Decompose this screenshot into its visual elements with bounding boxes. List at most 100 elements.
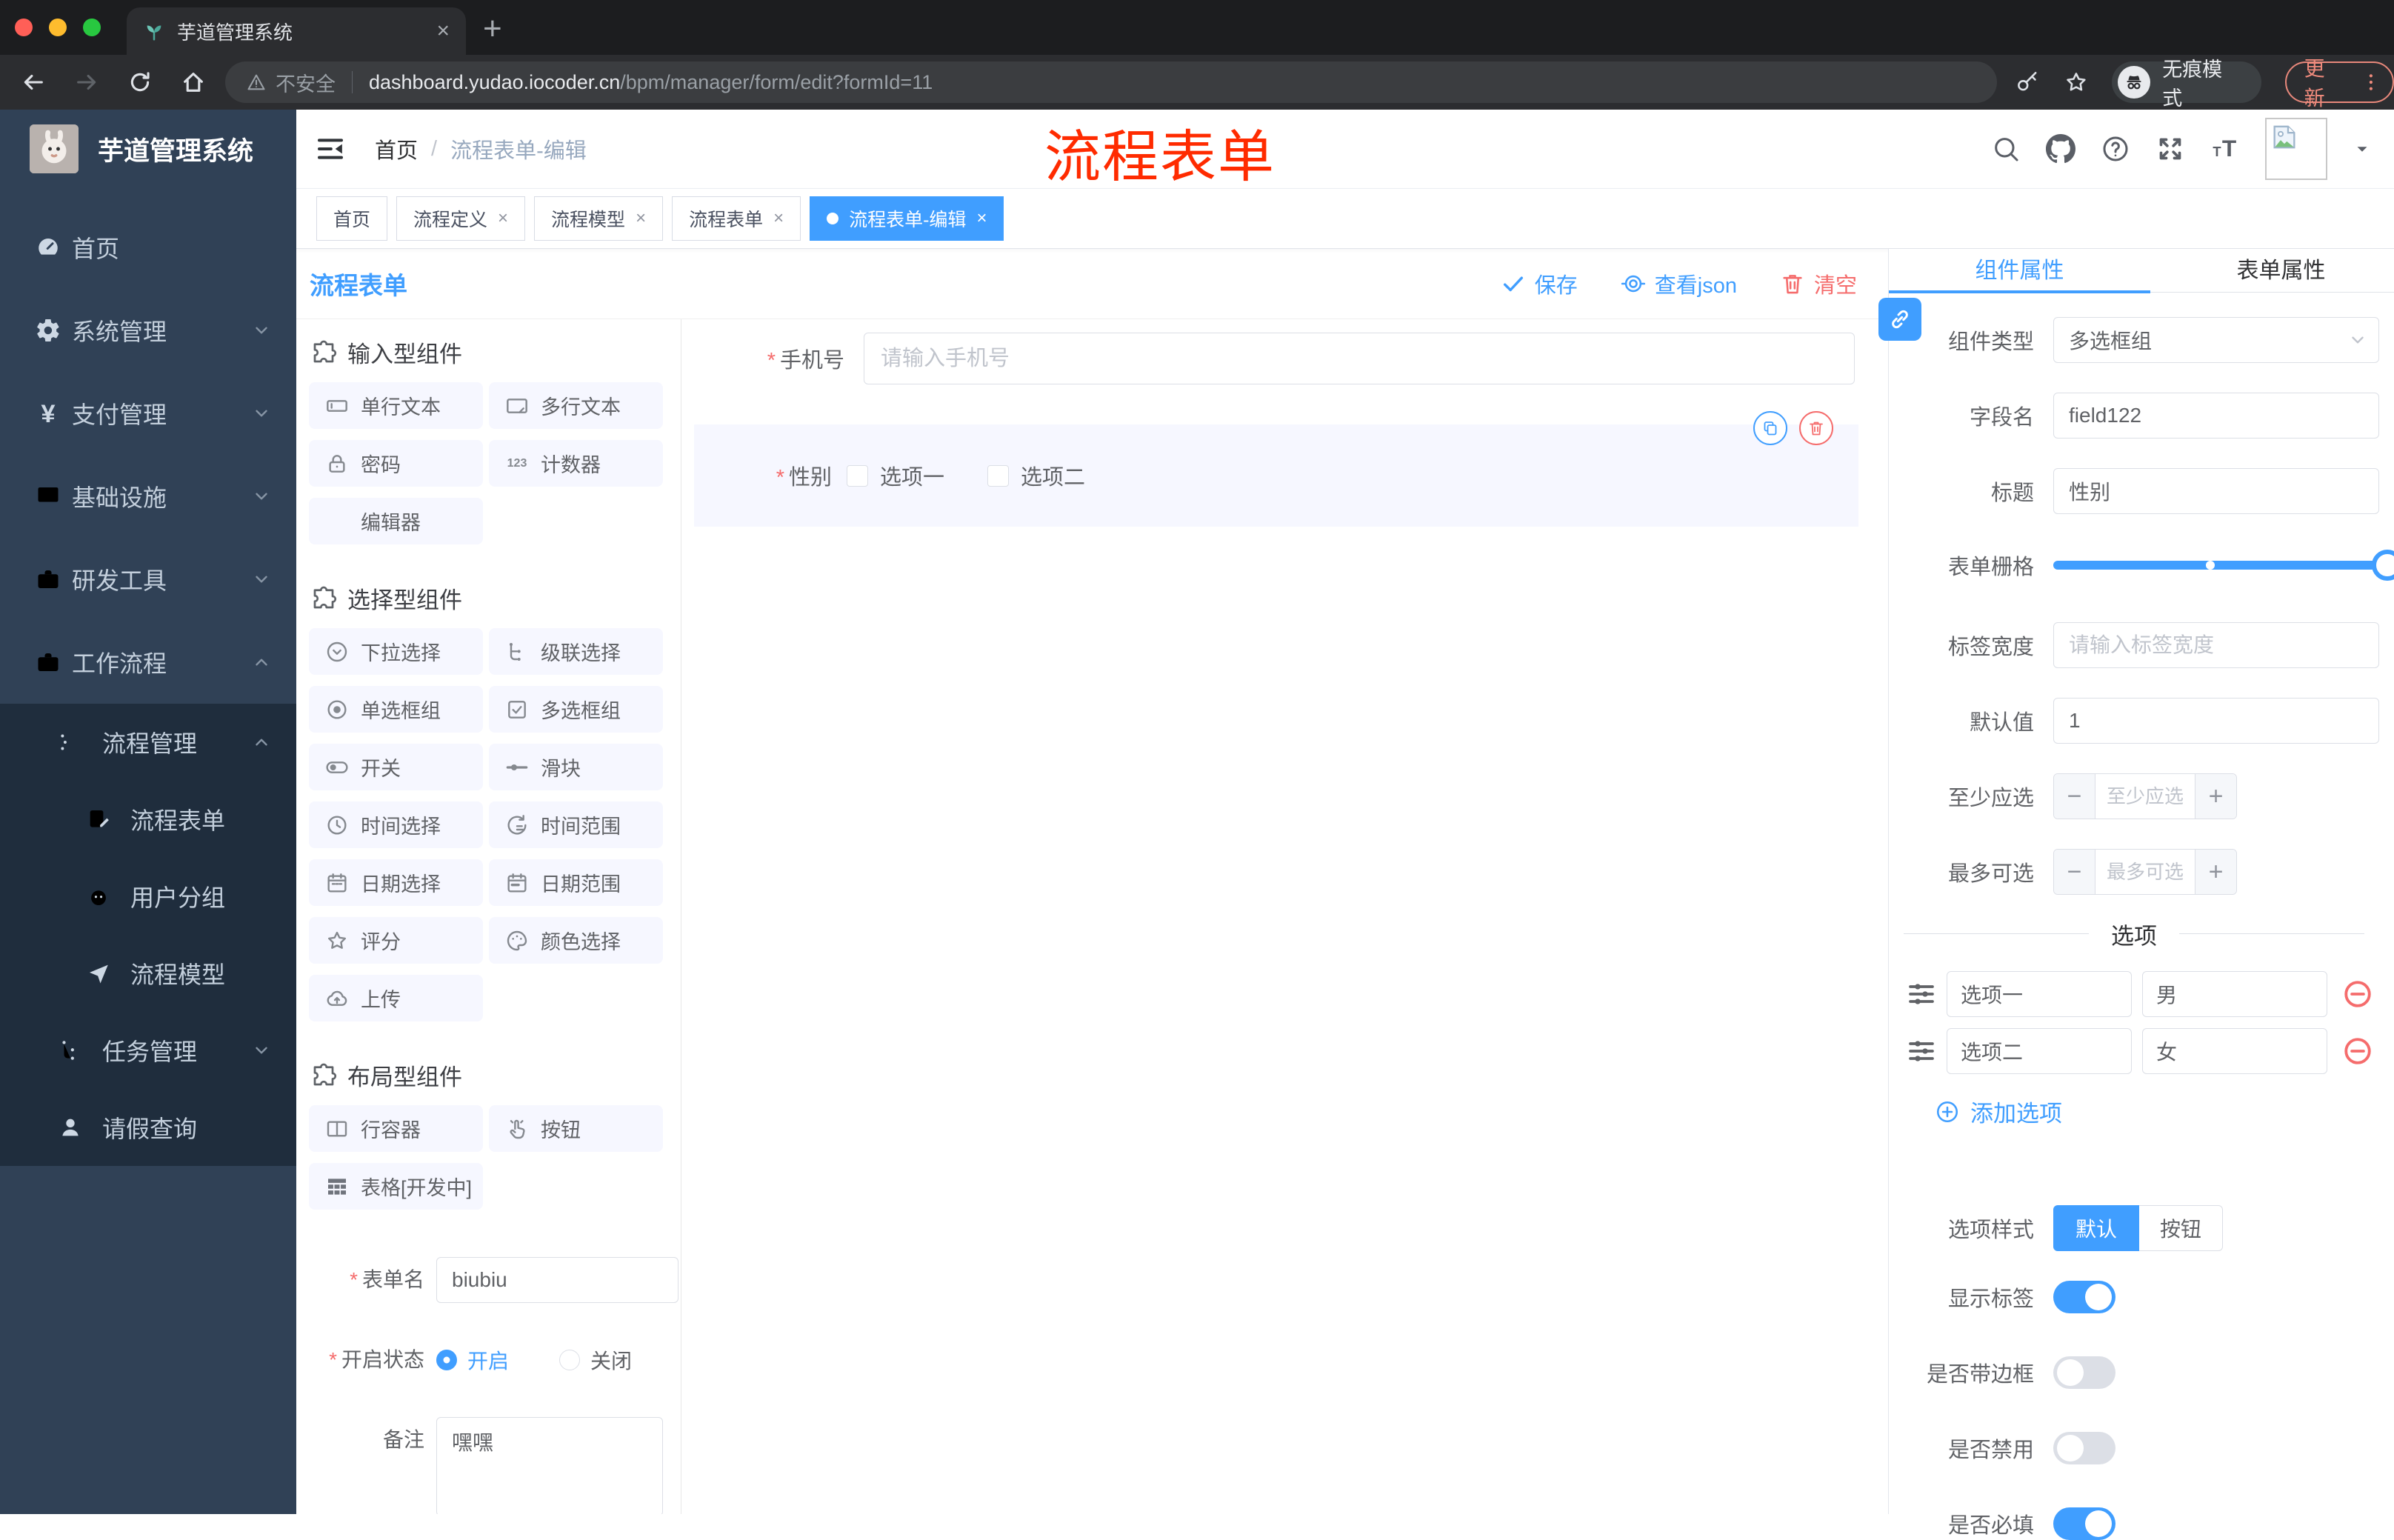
- increment-button[interactable]: +: [2195, 774, 2236, 819]
- component-type-value[interactable]: [2053, 317, 2379, 363]
- zoom-window-button[interactable]: [83, 19, 101, 36]
- style-button-button[interactable]: 按钮: [2139, 1205, 2224, 1251]
- option-name-input[interactable]: [1947, 1028, 2132, 1074]
- sidebar-item-devtools[interactable]: 研发工具: [0, 538, 296, 621]
- sidebar-item-payment[interactable]: 支付管理: [0, 372, 296, 455]
- component-chip-select[interactable]: 下拉选择: [309, 628, 483, 675]
- tag-close-icon[interactable]: ×: [498, 208, 508, 229]
- password-key-icon[interactable]: [2015, 70, 2040, 95]
- component-chip-cascader[interactable]: 级联选择: [489, 628, 663, 675]
- style-default-button[interactable]: 默认: [2053, 1205, 2140, 1251]
- decrement-button[interactable]: −: [2054, 850, 2095, 894]
- sidebar-item-process-mgmt[interactable]: 流程管理: [0, 704, 296, 781]
- checkbox-box[interactable]: [987, 464, 1010, 487]
- sidebar-item-process-form[interactable]: 流程表单: [0, 781, 296, 858]
- phone-input[interactable]: [864, 333, 1855, 384]
- component-chip-color-picker[interactable]: 颜色选择: [489, 917, 663, 964]
- option-value-input[interactable]: [2142, 1028, 2327, 1074]
- component-chip-checkbox-group[interactable]: 多选框组: [489, 686, 663, 733]
- remove-option-icon[interactable]: [2342, 979, 2373, 1010]
- github-icon[interactable]: [2046, 134, 2075, 164]
- breadcrumb-home[interactable]: 首页: [375, 133, 418, 164]
- checkbox-box[interactable]: [847, 464, 868, 487]
- tag-process-model[interactable]: 流程模型 ×: [534, 196, 664, 241]
- avatar[interactable]: [2265, 118, 2327, 180]
- component-chip-date-picker[interactable]: 日期选择: [309, 859, 483, 906]
- tab-component-props[interactable]: 组件属性: [1889, 249, 2150, 292]
- address-bar[interactable]: 不安全 dashboard.yudao.iocoder.cn /bpm/mana…: [225, 61, 1997, 103]
- tag-close-icon[interactable]: ×: [773, 208, 784, 229]
- view-json-button[interactable]: 查看json: [1621, 268, 1737, 299]
- sidebar-collapse-icon[interactable]: [316, 134, 345, 164]
- sidebar-item-leave-query[interactable]: 请假查询: [0, 1089, 296, 1166]
- option-value-input[interactable]: [2142, 971, 2327, 1017]
- sidebar-item-process-model[interactable]: 流程模型: [0, 935, 296, 1012]
- browser-update-button[interactable]: 更新: [2284, 57, 2394, 110]
- checkbox-option-2[interactable]: 选项二: [987, 460, 1085, 491]
- drag-handle-icon[interactable]: [1907, 1036, 1936, 1066]
- component-chip-radio-group[interactable]: 单选框组: [309, 686, 483, 733]
- component-chip-counter[interactable]: 计数器: [489, 440, 663, 487]
- tab-close-icon[interactable]: ×: [436, 20, 450, 42]
- disabled-toggle[interactable]: [2053, 1432, 2115, 1464]
- field-link-button[interactable]: [1878, 298, 1921, 341]
- reload-icon[interactable]: [127, 70, 153, 95]
- tag-process-form[interactable]: 流程表单 ×: [672, 196, 801, 241]
- forward-icon[interactable]: [74, 70, 99, 95]
- component-chip-row-container[interactable]: 行容器: [309, 1105, 483, 1152]
- component-chip-slider[interactable]: 滑块: [489, 744, 663, 790]
- font-size-icon[interactable]: [2210, 134, 2240, 164]
- new-tab-button[interactable]: +: [483, 10, 502, 47]
- component-chip-upload[interactable]: 上传: [309, 975, 483, 1021]
- component-chip-editor[interactable]: 编辑器: [309, 498, 483, 544]
- delete-component-button[interactable]: [1799, 411, 1833, 445]
- title-input[interactable]: [2053, 468, 2379, 514]
- bookmark-star-icon[interactable]: [2064, 70, 2089, 95]
- field-name-input[interactable]: [2053, 393, 2379, 439]
- back-icon[interactable]: [21, 70, 46, 95]
- component-chip-multi-text[interactable]: 多行文本: [489, 382, 663, 429]
- min-checked-input[interactable]: [2095, 774, 2195, 819]
- sidebar-item-home[interactable]: 首页: [0, 206, 296, 289]
- browser-tab[interactable]: 芋道管理系统 ×: [127, 7, 466, 55]
- checkbox-option-1[interactable]: 选项一: [847, 460, 944, 491]
- sidebar-item-infrastructure[interactable]: 基础设施: [0, 455, 296, 538]
- tag-process-form-edit[interactable]: 流程表单-编辑 ×: [810, 196, 1004, 241]
- component-chip-password[interactable]: 密码: [309, 440, 483, 487]
- component-chip-time-range[interactable]: 时间范围: [489, 801, 663, 848]
- border-toggle[interactable]: [2053, 1356, 2115, 1389]
- default-value-input[interactable]: [2053, 698, 2379, 744]
- fullscreen-icon[interactable]: [2155, 134, 2185, 164]
- tab-form-props[interactable]: 表单属性: [2150, 249, 2394, 292]
- slider-handle[interactable]: [2372, 550, 2394, 581]
- close-window-button[interactable]: [15, 19, 33, 36]
- option-name-input[interactable]: [1947, 971, 2132, 1017]
- drag-handle-icon[interactable]: [1907, 979, 1936, 1009]
- increment-button[interactable]: +: [2195, 850, 2236, 894]
- selected-component-gender[interactable]: * 性别 选项一 选项二: [694, 411, 1858, 527]
- home-icon[interactable]: [181, 70, 206, 95]
- search-icon[interactable]: [1991, 134, 2021, 164]
- component-chip-date-range[interactable]: 日期范围: [489, 859, 663, 906]
- phone-field-row[interactable]: * 手机号: [715, 333, 1855, 384]
- clear-button[interactable]: 清空: [1780, 268, 1857, 299]
- sidebar-item-task-mgmt[interactable]: 任务管理: [0, 1012, 296, 1089]
- component-chip-switch[interactable]: 开关: [309, 744, 483, 790]
- form-remark-textarea[interactable]: 嘿嘿: [436, 1417, 663, 1514]
- save-button[interactable]: 保存: [1501, 268, 1578, 299]
- help-icon[interactable]: [2101, 134, 2130, 164]
- component-chip-button[interactable]: 按钮: [489, 1105, 663, 1152]
- component-chip-time-picker[interactable]: 时间选择: [309, 801, 483, 848]
- max-checked-input[interactable]: [2095, 850, 2195, 894]
- minimize-window-button[interactable]: [49, 19, 67, 36]
- remove-option-icon[interactable]: [2342, 1036, 2373, 1067]
- form-name-input[interactable]: [436, 1257, 678, 1303]
- browser-menu-dots-icon[interactable]: [2360, 71, 2382, 93]
- component-chip-table[interactable]: 表格[开发中]: [309, 1163, 483, 1210]
- radio-closed[interactable]: 关闭: [559, 1345, 632, 1375]
- tag-close-icon[interactable]: ×: [636, 208, 646, 229]
- label-width-input[interactable]: [2053, 622, 2379, 668]
- sidebar-item-workflow[interactable]: 工作流程: [0, 621, 296, 704]
- duplicate-component-button[interactable]: [1753, 411, 1787, 445]
- component-chip-rate[interactable]: 评分: [309, 917, 483, 964]
